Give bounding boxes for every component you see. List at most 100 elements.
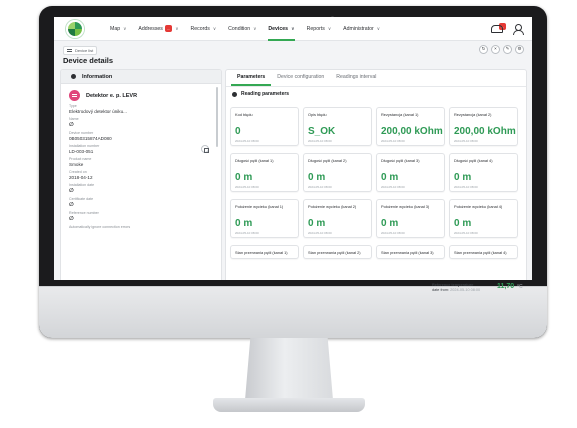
menu-item-label: Devices bbox=[268, 25, 289, 32]
menu-item-map[interactable]: Map ∨ bbox=[110, 17, 126, 41]
field-label: Device number bbox=[69, 131, 94, 135]
parameter-tile[interactable]: Rezystancja (kanał 2) 200,00 kOhm 2024-05-… bbox=[449, 107, 518, 146]
info-icon bbox=[232, 91, 237, 97]
tile-name: Stan przerwania pętli (kanał 4) bbox=[454, 250, 507, 255]
reference-date-prefix: date from: bbox=[432, 288, 450, 292]
tile-value: 0 m bbox=[308, 218, 326, 229]
tile-value: S_OK bbox=[308, 126, 336, 137]
tab-readings-interval[interactable]: Readings interval bbox=[330, 74, 382, 86]
main-menu: Map ∨ Addresses... ∨ Records ∨ Condition ∨ Devic… bbox=[110, 17, 392, 41]
tab-parameters[interactable]: Parameters bbox=[231, 74, 272, 86]
tile-name: Długość pętli (kanał 2) bbox=[308, 158, 347, 163]
parameter-tile[interactable]: Stan przerwania pętli (kanał 3) bbox=[376, 245, 445, 259]
information-title: Information bbox=[82, 73, 113, 80]
tile-value: 0 m bbox=[235, 218, 253, 229]
information-header: Information bbox=[61, 70, 221, 84]
notification-icon[interactable] bbox=[490, 24, 503, 33]
logo-icon[interactable] bbox=[66, 19, 84, 38]
settings-icon[interactable]: ⚙ bbox=[515, 45, 524, 54]
field-label: Type bbox=[69, 104, 77, 108]
parameter-tile[interactable]: Długość pętli (kanał 3) 0 m 2024-05-10 08:… bbox=[376, 153, 445, 192]
menu-item-label: Reports bbox=[306, 25, 325, 32]
menu-item-label: Condition bbox=[228, 25, 251, 32]
tile-value: 0 m bbox=[308, 172, 326, 183]
parameter-tile[interactable]: Długość pętli (kanał 2) 0 m 2024-05-10 08:… bbox=[303, 153, 372, 192]
breadcrumb[interactable]: Device list bbox=[63, 46, 98, 55]
reference-temperature: Reference temperature date from: 2024-05… bbox=[432, 283, 480, 293]
menu-item-reports[interactable]: Reports ∨ bbox=[307, 17, 331, 41]
reference-temperature-value: 11,70 bbox=[497, 283, 515, 290]
tile-date: 2024-05-10 08:00 bbox=[381, 231, 405, 235]
tile-value: 200,00 kOhm bbox=[454, 126, 516, 137]
toolbar: ↻ × ✎ ⚙ bbox=[476, 45, 524, 54]
info-field: Created on 2018-04-12 bbox=[61, 167, 221, 180]
tile-value: 0 m bbox=[381, 172, 399, 183]
field-label: Product name bbox=[69, 157, 92, 161]
tile-date: 2024-05-10 08:00 bbox=[454, 185, 478, 189]
edit-icon[interactable]: ✎ bbox=[503, 45, 512, 54]
parameter-tile[interactable]: Położenie wycieku (kanał 2) 0 m 2024-05-10… bbox=[303, 199, 372, 238]
information-panel: Information Detektor e. p. LEVR Type Elek… bbox=[60, 69, 222, 280]
menu-item-condition[interactable]: Condition ∨ bbox=[228, 17, 256, 41]
field-label: Installation number bbox=[69, 144, 100, 148]
field-label: Automatically ignore connection errors bbox=[69, 225, 131, 229]
parameter-tile[interactable]: Stan przerwania pętli (kanał 1) bbox=[230, 245, 299, 259]
menu-item-label: Administrator bbox=[343, 25, 374, 32]
menu-item-addresses[interactable]: Addresses... ∨ bbox=[138, 17, 179, 41]
menu-badge: ... bbox=[164, 25, 173, 32]
field-label: Name bbox=[69, 117, 79, 121]
tile-name: Stan przerwania pętli (kanał 3) bbox=[381, 250, 434, 255]
parameter-tile[interactable]: Rezystancja (kanał 1) 200,00 kOhm 2024-05-… bbox=[376, 107, 445, 146]
tile-name: Położenie wycieku (kanał 3) bbox=[381, 204, 430, 209]
device-icon bbox=[69, 90, 80, 101]
menu-item-label: Map bbox=[110, 25, 121, 32]
tile-name: Położenie wycieku (kanał 4) bbox=[454, 204, 503, 209]
delete-icon[interactable]: × bbox=[491, 45, 500, 54]
parameter-tile[interactable]: Położenie wycieku (kanał 1) 0 m 2024-05-10… bbox=[230, 199, 299, 238]
list-icon bbox=[67, 49, 72, 52]
parameter-tile[interactable]: Stan przerwania pętli (kanał 2) bbox=[303, 245, 372, 259]
menu-item-devices[interactable]: Devices ∨ bbox=[268, 17, 295, 41]
monitor-stand bbox=[245, 338, 333, 400]
tile-date: 2024-05-10 08:00 bbox=[235, 185, 259, 189]
tile-date: 2024-05-10 08:00 bbox=[454, 231, 478, 235]
info-field: Reference number ∅ bbox=[61, 208, 221, 222]
field-label: Reference number bbox=[69, 211, 99, 215]
tile-name: Położenie wycieku (kanał 1) bbox=[235, 204, 284, 209]
screen: Map ∨ Addresses... ∨ Records ∨ Condition ∨ Devic… bbox=[54, 17, 532, 280]
parameter-tile[interactable]: Stan przerwania pętli (kanał 4) bbox=[449, 245, 518, 259]
chevron-down-icon: ∨ bbox=[123, 25, 127, 31]
parameter-tile[interactable]: Długość pętli (kanał 4) 0 m 2024-05-10 08:… bbox=[449, 153, 518, 192]
parameter-tile[interactable]: Położenie wycieku (kanał 3) 0 m 2024-05-10… bbox=[376, 199, 445, 238]
tile-name: Kod błędu bbox=[235, 112, 253, 117]
tile-date: 2024-05-10 08:00 bbox=[235, 139, 259, 143]
menu-item-records[interactable]: Records ∨ bbox=[191, 17, 217, 41]
tile-value: 0 m bbox=[454, 218, 472, 229]
user-icon[interactable] bbox=[513, 23, 524, 35]
parameter-tile[interactable]: Położenie wycieku (kanał 4) 0 m 2024-05-10… bbox=[449, 199, 518, 238]
field-label: Installation date bbox=[69, 183, 95, 187]
parameter-tile[interactable]: Kod błędu 0 2024-05-10 08:00 bbox=[230, 107, 299, 146]
reference-date: 2024-05-10 08:00 bbox=[450, 288, 481, 292]
info-field: Certificate date ∅ bbox=[61, 194, 221, 208]
section-header: Reading parameters bbox=[226, 87, 526, 97]
chevron-down-icon: ∨ bbox=[291, 25, 295, 31]
tile-value: 200,00 kOhm bbox=[381, 126, 443, 137]
chevron-down-icon: ∨ bbox=[327, 25, 332, 31]
info-field: Type Elektrodový detektor úniku... bbox=[61, 101, 221, 114]
reference-label: Reference temperature bbox=[432, 283, 474, 287]
monitor-base bbox=[213, 398, 365, 412]
menu-item-administrator[interactable]: Administrator ∨ bbox=[343, 17, 380, 41]
refresh-icon[interactable]: ↻ bbox=[479, 45, 488, 54]
tile-date: 2024-05-10 08:00 bbox=[381, 139, 405, 143]
tile-date: 2024-05-10 08:00 bbox=[235, 231, 259, 235]
scrollbar[interactable] bbox=[216, 87, 218, 147]
copy-icon[interactable] bbox=[201, 145, 209, 153]
parameter-tile[interactable]: Opis błędu S_OK 2024-05-10 08:00 bbox=[303, 107, 372, 146]
chevron-down-icon: ∨ bbox=[175, 25, 179, 31]
tab-device-configuration[interactable]: Device configuration bbox=[271, 74, 330, 86]
reference-temperature-unit: °C bbox=[517, 284, 523, 290]
tile-date: 2024-05-10 08:00 bbox=[308, 185, 332, 189]
parameter-tiles: Kod błędu 0 2024-05-10 08:00 Opis błędu S_OK… bbox=[230, 107, 526, 259]
parameter-tile[interactable]: Długość pętli (kanał 1) 0 m 2024-05-10 08:… bbox=[230, 153, 299, 192]
